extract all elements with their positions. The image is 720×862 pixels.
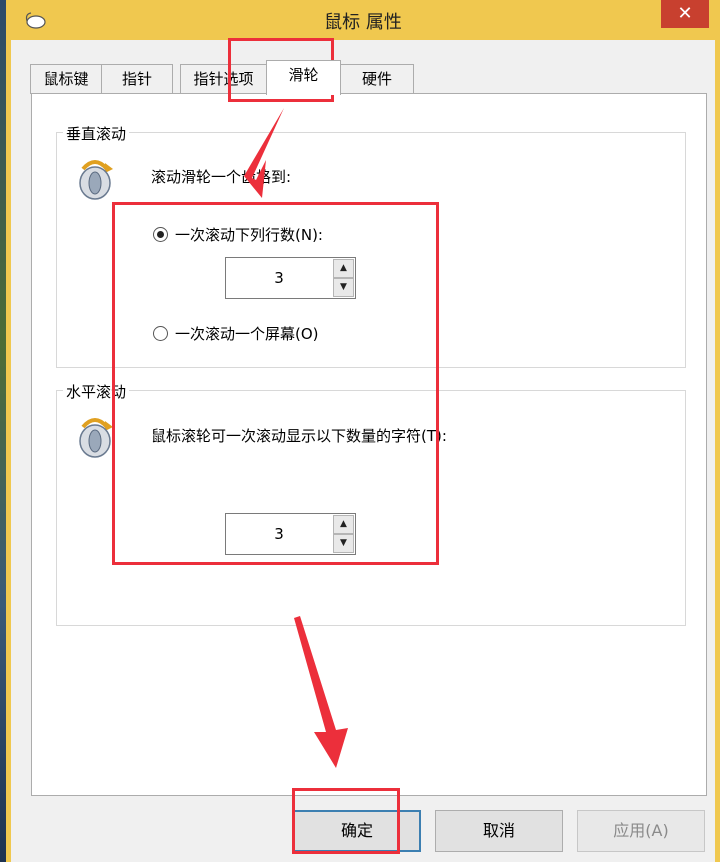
horizontal-description: 鼠标滚轮可一次滚动显示以下数量的字符(T): [151, 427, 447, 445]
close-button[interactable]: ✕ [661, 0, 709, 28]
tab-pointer-options[interactable]: 指针选项 [180, 64, 267, 94]
lines-decrement-button[interactable]: ▼ [333, 278, 354, 297]
arrow-down-icon: ▼ [340, 538, 347, 548]
close-icon: ✕ [677, 3, 693, 24]
radio-scroll-screen-label[interactable]: 一次滚动一个屏幕(O) [175, 323, 319, 344]
chars-value[interactable]: 3 [226, 514, 332, 554]
radio-scroll-lines-label[interactable]: 一次滚动下列行数(N): [175, 224, 323, 245]
arrow-up-icon: ▲ [340, 519, 347, 529]
tab-buttons[interactable]: 鼠标键 [30, 64, 102, 94]
arrow-down-icon: ▼ [340, 282, 347, 292]
title-bar[interactable]: 鼠标 属性 ✕ [11, 0, 715, 40]
vertical-description: 滚动滑轮一个齿格到: [151, 168, 292, 186]
vertical-scroll-title: 垂直滚动 [63, 123, 130, 144]
chars-spinbox[interactable]: 3 ▲ ▼ [225, 513, 356, 555]
window-title: 鼠标 属性 [324, 12, 402, 33]
dialog-body: 鼠标 属性 ✕ 鼠标键 指针 指针选项 滑轮 硬件 垂直滚动 滚动滑轮一个齿格到 [11, 0, 715, 862]
wheel-tab-panel: 垂直滚动 滚动滑轮一个齿格到: 一次滚动下列行数(N): 3 ▲ ▼ 一次滚动一… [31, 93, 707, 796]
horizontal-scroll-title: 水平滚动 [63, 381, 130, 402]
tab-wheel[interactable]: 滑轮 [266, 60, 341, 95]
mouse-properties-dialog: 鼠标 属性 ✕ 鼠标键 指针 指针选项 滑轮 硬件 垂直滚动 滚动滑轮一个齿格到 [6, 0, 720, 862]
ok-button[interactable]: 确定 [293, 810, 421, 852]
lines-spinbox[interactable]: 3 ▲ ▼ [225, 257, 356, 299]
tab-pointers[interactable]: 指针 [101, 64, 173, 94]
lines-value[interactable]: 3 [226, 258, 332, 298]
chars-decrement-button[interactable]: ▼ [333, 534, 354, 553]
mouse-wheel-icon [79, 160, 113, 200]
arrow-up-icon: ▲ [340, 263, 347, 273]
apply-button: 应用(A) [577, 810, 705, 852]
tab-hardware[interactable]: 硬件 [340, 64, 414, 94]
horizontal-scroll-group: 水平滚动 鼠标滚轮可一次滚动显示以下数量的字符(T): 3 ▲ ▼ [56, 381, 686, 626]
mouse-wheel-icon [79, 418, 113, 458]
cancel-button[interactable]: 取消 [435, 810, 563, 852]
radio-scroll-screen[interactable] [153, 326, 168, 341]
vertical-scroll-group: 垂直滚动 滚动滑轮一个齿格到: 一次滚动下列行数(N): 3 ▲ ▼ 一次滚动一… [56, 123, 686, 368]
chars-increment-button[interactable]: ▲ [333, 515, 354, 534]
radio-scroll-lines[interactable] [153, 227, 168, 242]
lines-increment-button[interactable]: ▲ [333, 259, 354, 278]
